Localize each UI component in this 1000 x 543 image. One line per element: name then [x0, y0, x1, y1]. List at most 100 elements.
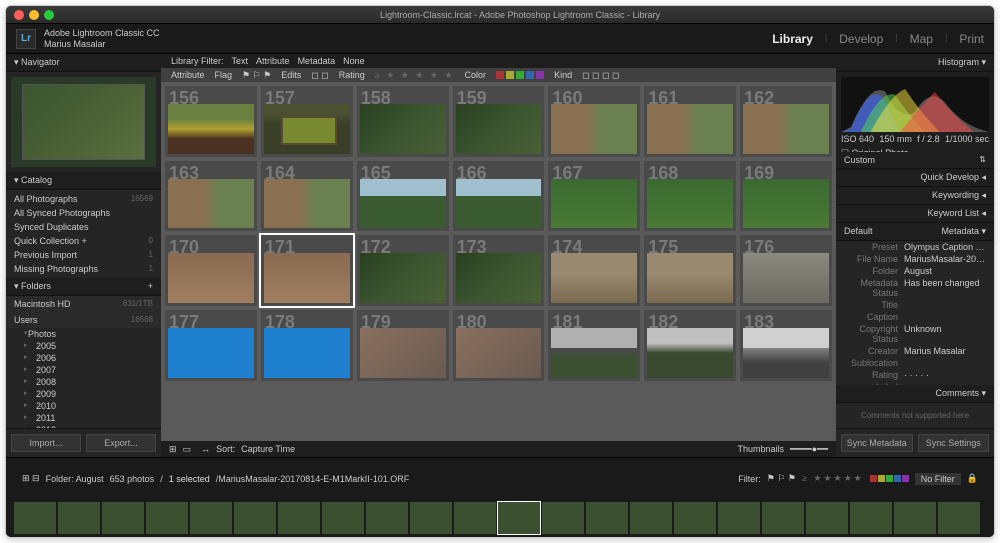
- users-folder[interactable]: Users16568: [6, 312, 161, 328]
- thumbnail-166[interactable]: 166: [453, 161, 545, 232]
- thumbnail-170[interactable]: 170: [165, 235, 257, 306]
- folder-2008[interactable]: 2008: [6, 376, 161, 388]
- thumbnail-167[interactable]: 167: [548, 161, 640, 232]
- photos-folder[interactable]: Photos: [6, 328, 161, 340]
- folder-2005[interactable]: 2005: [6, 340, 161, 352]
- filmstrip-thumb[interactable]: [146, 502, 188, 534]
- thumbnail-159[interactable]: 159: [453, 86, 545, 157]
- sort-dropdown[interactable]: Capture Time: [241, 444, 295, 454]
- filmstrip[interactable]: [6, 499, 994, 537]
- second-window-icon[interactable]: ⊞ ⊟: [22, 473, 40, 484]
- thumbnail-182[interactable]: 182: [644, 310, 736, 381]
- filmstrip-thumb[interactable]: [102, 502, 144, 534]
- thumbnail-169[interactable]: 169: [740, 161, 832, 232]
- filmstrip-thumb[interactable]: [718, 502, 760, 534]
- thumbnail-180[interactable]: 180: [453, 310, 545, 381]
- meta-file-name[interactable]: File NameMariusMasalar-20170814-E-M1Mark…: [836, 253, 994, 265]
- meta-rating[interactable]: Rating· · · · ·: [836, 369, 994, 381]
- grid-view-icon[interactable]: ⊞: [169, 444, 177, 455]
- filmstrip-thumb[interactable]: [366, 502, 408, 534]
- catalog-missing[interactable]: Missing Photographs1: [6, 262, 161, 276]
- folder-2007[interactable]: 2007: [6, 364, 161, 376]
- folder-2011[interactable]: 2011: [6, 412, 161, 424]
- filmstrip-thumb[interactable]: [454, 502, 496, 534]
- module-develop[interactable]: Develop: [839, 32, 883, 46]
- thumbnail-157[interactable]: 157: [261, 86, 353, 157]
- thumbnail-183[interactable]: 183: [740, 310, 832, 381]
- module-map[interactable]: Map: [910, 32, 933, 46]
- module-print[interactable]: Print: [959, 32, 984, 46]
- thumbnail-172[interactable]: 172: [357, 235, 449, 306]
- catalog-all-photos[interactable]: All Photographs16569: [6, 192, 161, 206]
- filmstrip-thumb[interactable]: [410, 502, 452, 534]
- keywording-header[interactable]: Keywording ◂: [836, 187, 994, 205]
- catalog-synced-dup[interactable]: Synced Duplicates: [6, 220, 161, 234]
- loupe-view-icon[interactable]: ▭: [183, 444, 192, 455]
- filmstrip-thumb[interactable]: [190, 502, 232, 534]
- filter-metadata[interactable]: Metadata: [298, 56, 336, 66]
- close-icon[interactable]: [14, 10, 24, 20]
- thumbnail-160[interactable]: 160: [548, 86, 640, 157]
- filmstrip-thumb[interactable]: [674, 502, 716, 534]
- filmstrip-thumb[interactable]: [14, 502, 56, 534]
- folder-2009[interactable]: 2009: [6, 388, 161, 400]
- filmstrip-thumb[interactable]: [806, 502, 848, 534]
- filter-preset[interactable]: No Filter: [915, 473, 961, 485]
- catalog-synced[interactable]: All Synced Photographs: [6, 206, 161, 220]
- thumbnail-161[interactable]: 161: [644, 86, 736, 157]
- thumbnail-176[interactable]: 176: [740, 235, 832, 306]
- sync-metadata-button[interactable]: Sync Metadata: [841, 434, 913, 452]
- metadata-header[interactable]: DefaultMetadata ▾: [836, 223, 994, 241]
- keyword-list-header[interactable]: Keyword List ◂: [836, 205, 994, 223]
- filmstrip-thumb[interactable]: [322, 502, 364, 534]
- filmstrip-thumb[interactable]: [894, 502, 936, 534]
- minimize-icon[interactable]: [29, 10, 39, 20]
- custom-preset[interactable]: Custom⇅: [836, 152, 994, 169]
- meta-creator[interactable]: CreatorMarius Masalar: [836, 345, 994, 357]
- thumbnail-164[interactable]: 164: [261, 161, 353, 232]
- export-button[interactable]: Export...: [86, 434, 156, 452]
- filmstrip-thumb[interactable]: [58, 502, 100, 534]
- folder-2012[interactable]: 2012: [6, 424, 161, 428]
- folder-2010[interactable]: 2010: [6, 400, 161, 412]
- thumbnail-156[interactable]: 156: [165, 86, 257, 157]
- filmstrip-thumb[interactable]: [498, 502, 540, 534]
- histogram[interactable]: ISO 640 150 mm f / 2.8 1/1000 sec ☐ Orig…: [836, 72, 994, 152]
- filter-attribute[interactable]: Attribute: [256, 56, 290, 66]
- thumbnail-163[interactable]: 163: [165, 161, 257, 232]
- folder-2006[interactable]: 2006: [6, 352, 161, 364]
- navigator-header[interactable]: ▾ Navigator: [6, 54, 161, 72]
- meta-title[interactable]: Title: [836, 299, 994, 311]
- comments-header[interactable]: Comments ▾: [836, 385, 994, 403]
- thumbnail-158[interactable]: 158: [357, 86, 449, 157]
- meta-folder[interactable]: FolderAugust: [836, 265, 994, 277]
- histogram-header[interactable]: Histogram ▾: [836, 54, 994, 72]
- thumbnail-181[interactable]: 181: [548, 310, 640, 381]
- filmstrip-thumb[interactable]: [278, 502, 320, 534]
- filmstrip-thumb[interactable]: [850, 502, 892, 534]
- meta-preset[interactable]: PresetOlympus Caption Clea...: [836, 241, 994, 253]
- thumbnail-165[interactable]: 165: [357, 161, 449, 232]
- thumbnail-slider[interactable]: ━━━━●━━: [790, 444, 828, 455]
- thumbnail-grid[interactable]: 1561571581591601611621631641651661671681…: [161, 82, 836, 441]
- thumbnail-174[interactable]: 174: [548, 235, 640, 306]
- filter-lock-icon[interactable]: 🔒: [967, 473, 978, 484]
- filmstrip-thumb[interactable]: [938, 502, 980, 534]
- volume-header[interactable]: Macintosh HD631/1TB: [6, 296, 161, 312]
- catalog-prev-import[interactable]: Previous Import1: [6, 248, 161, 262]
- thumbnail-173[interactable]: 173: [453, 235, 545, 306]
- thumbnail-177[interactable]: 177: [165, 310, 257, 381]
- thumbnail-178[interactable]: 178: [261, 310, 353, 381]
- thumbnail-162[interactable]: 162: [740, 86, 832, 157]
- thumbnail-168[interactable]: 168: [644, 161, 736, 232]
- module-library[interactable]: Library: [772, 32, 813, 46]
- filmstrip-thumb[interactable]: [586, 502, 628, 534]
- meta-copyright-status[interactable]: Copyright StatusUnknown: [836, 323, 994, 345]
- thumbnail-171[interactable]: 171: [261, 235, 353, 306]
- meta-metadata-status[interactable]: Metadata StatusHas been changed: [836, 277, 994, 299]
- thumbnail-175[interactable]: 175: [644, 235, 736, 306]
- catalog-header[interactable]: ▾ Catalog: [6, 172, 161, 190]
- sync-settings-button[interactable]: Sync Settings: [918, 434, 990, 452]
- import-button[interactable]: Import...: [11, 434, 81, 452]
- catalog-quick[interactable]: Quick Collection +0: [6, 234, 161, 248]
